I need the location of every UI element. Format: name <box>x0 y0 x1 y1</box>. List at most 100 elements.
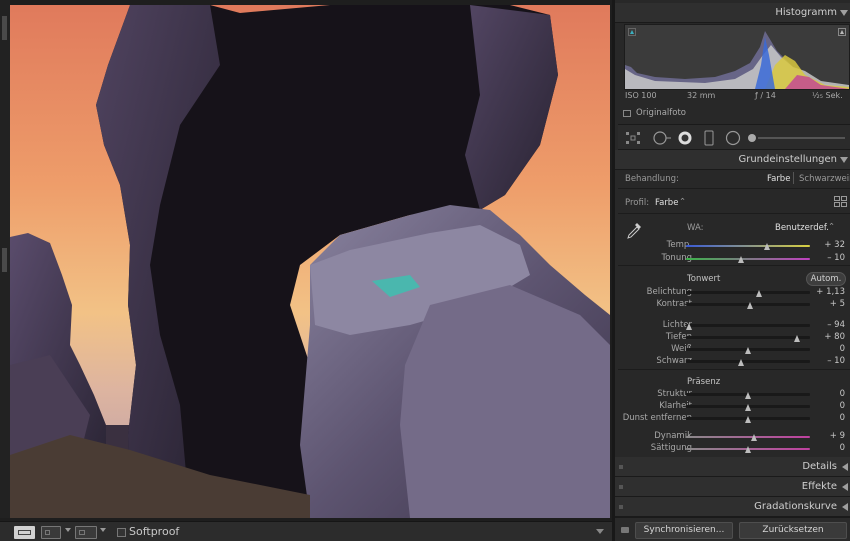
slider-value[interactable]: + 1,13 <box>816 287 845 297</box>
details-panel-title: Details <box>802 461 837 472</box>
slider-exposure[interactable]: Belichtung + 1,13 <box>615 287 850 299</box>
section-divider <box>618 188 850 189</box>
tone-curve-panel-title: Gradationskurve <box>754 501 837 512</box>
red-eye-icon[interactable] <box>676 130 694 146</box>
panel-grip-icon <box>619 485 623 489</box>
slider-value[interactable]: – 10 <box>827 253 845 263</box>
exif-focal-length: 32 mm <box>687 91 716 100</box>
slider-track[interactable] <box>686 324 810 327</box>
sync-button[interactable]: Synchronisieren... <box>635 522 733 539</box>
tone-curve-panel-header[interactable]: Gradationskurve <box>615 497 850 517</box>
slider-track[interactable] <box>686 360 810 363</box>
slider-value[interactable]: 0 <box>840 401 845 411</box>
crop-overlay-icon[interactable] <box>624 130 642 146</box>
slider-value[interactable]: 0 <box>840 413 845 423</box>
slider-value[interactable]: – 10 <box>827 356 845 366</box>
slider-highlights[interactable]: Lichter – 94 <box>615 320 850 332</box>
slider-track[interactable] <box>686 258 810 260</box>
slider-value[interactable]: 0 <box>840 344 845 354</box>
slider-value[interactable]: – 94 <box>827 320 845 330</box>
profile-browser-icon[interactable] <box>834 196 847 207</box>
slider-whites[interactable]: Weiß 0 <box>615 344 850 356</box>
slider-value[interactable]: + 80 <box>824 332 845 342</box>
slider-saturation[interactable]: Sättigung 0 <box>615 443 850 455</box>
adjustment-brush-icon[interactable] <box>746 130 846 146</box>
left-panel-strip[interactable] <box>0 0 10 518</box>
slider-value[interactable]: + 32 <box>824 240 845 250</box>
swap-view-button[interactable] <box>75 526 97 539</box>
slider-track[interactable] <box>686 245 810 247</box>
panel-grip-icon <box>619 465 623 469</box>
histogram-graph <box>625 31 849 89</box>
slider-thumb[interactable] <box>755 290 762 297</box>
details-panel-header[interactable]: Details <box>615 457 850 477</box>
swap-dropdown-icon[interactable] <box>100 528 106 532</box>
original-photo-checkbox[interactable] <box>623 110 631 117</box>
slider-thumb[interactable] <box>738 256 745 263</box>
profile-dropdown[interactable]: Farbe <box>655 198 678 208</box>
slider-value[interactable]: 0 <box>840 389 845 399</box>
slider-tint[interactable]: Tonung – 10 <box>615 253 850 265</box>
slider-thumb[interactable] <box>744 392 751 399</box>
slider-value[interactable]: + 5 <box>830 299 845 309</box>
slider-dehaze[interactable]: Dunst entfernen 0 <box>615 413 850 425</box>
panel-grip-icon <box>619 505 623 509</box>
slider-thumb[interactable] <box>746 302 753 309</box>
before-after-dropdown-icon[interactable] <box>65 528 71 532</box>
spot-removal-icon[interactable] <box>650 130 672 146</box>
slider-value[interactable]: 0 <box>840 443 845 453</box>
slider-value[interactable]: + 9 <box>830 431 845 441</box>
auto-sync-toggle-icon[interactable] <box>621 527 629 533</box>
histogram-chart[interactable] <box>624 24 850 90</box>
slider-contrast[interactable]: Kontrast + 5 <box>615 299 850 311</box>
slider-texture[interactable]: Struktur 0 <box>615 389 850 401</box>
wb-dropdown-chevron-icon[interactable]: ⌃ <box>828 222 835 232</box>
slider-thumb[interactable] <box>744 404 751 411</box>
shadow-clipping-icon[interactable] <box>628 28 636 36</box>
profile-dropdown-chevron-icon[interactable]: ⌃ <box>679 197 686 207</box>
reset-button[interactable]: Zurücksetzen <box>739 522 847 539</box>
slider-track[interactable] <box>686 336 810 339</box>
develop-right-panel: Histogramm ISO 100 32 mm ƒ / 14 ¹⁄₂₅ Sek… <box>612 0 850 541</box>
section-divider <box>618 265 850 266</box>
slider-shadows[interactable]: Tiefen + 80 <box>615 332 850 344</box>
slider-thumb[interactable] <box>744 416 751 423</box>
slider-thumb[interactable] <box>744 446 751 453</box>
slider-thumb[interactable] <box>744 347 751 354</box>
auto-tone-button[interactable]: Autom. <box>806 272 846 286</box>
photo-canvas[interactable] <box>10 5 610 518</box>
section-divider <box>618 213 850 214</box>
slider-thumb[interactable] <box>738 359 745 366</box>
highlight-clipping-icon[interactable] <box>838 28 846 36</box>
effects-panel-header[interactable]: Effekte <box>615 477 850 497</box>
loupe-view-button[interactable] <box>14 526 35 539</box>
slider-temp[interactable]: Temp. + 32 <box>615 240 850 252</box>
basic-panel-header[interactable]: Grundeinstellungen <box>615 150 850 170</box>
treatment-bw-option[interactable]: Schwarzweiß <box>799 174 850 184</box>
slider-thumb[interactable] <box>794 335 801 342</box>
wb-label: WA: <box>687 223 704 233</box>
eyedropper-icon[interactable] <box>625 220 643 240</box>
left-panel-handle[interactable] <box>2 248 7 272</box>
slider-blacks[interactable]: Schwarz – 10 <box>615 356 850 368</box>
effects-panel-title: Effekte <box>801 481 837 492</box>
softproof-label: Softproof <box>129 525 180 538</box>
toolbar-menu-icon[interactable] <box>596 529 604 534</box>
slider-thumb[interactable] <box>750 434 757 441</box>
slider-clarity[interactable]: Klarheit 0 <box>615 401 850 413</box>
histogram-header[interactable]: Histogramm <box>615 3 850 23</box>
presence-group-label: Präsenz <box>687 377 721 387</box>
radial-filter-icon[interactable] <box>724 130 742 146</box>
slider-track[interactable] <box>686 291 810 294</box>
original-photo-toggle[interactable]: Originalfoto <box>623 108 843 120</box>
slider-vibrance[interactable]: Dynamik + 9 <box>615 431 850 443</box>
treatment-color-option[interactable]: Farbe <box>767 174 790 184</box>
left-panel-handle[interactable] <box>2 16 7 40</box>
softproof-checkbox[interactable] <box>117 528 126 537</box>
graduated-filter-icon[interactable] <box>702 130 716 146</box>
before-after-view-button[interactable] <box>41 526 61 539</box>
slider-track[interactable] <box>686 436 810 438</box>
wb-dropdown[interactable]: Benutzerdef. <box>775 223 829 233</box>
slider-thumb[interactable] <box>764 243 771 250</box>
slider-thumb[interactable] <box>686 323 693 330</box>
